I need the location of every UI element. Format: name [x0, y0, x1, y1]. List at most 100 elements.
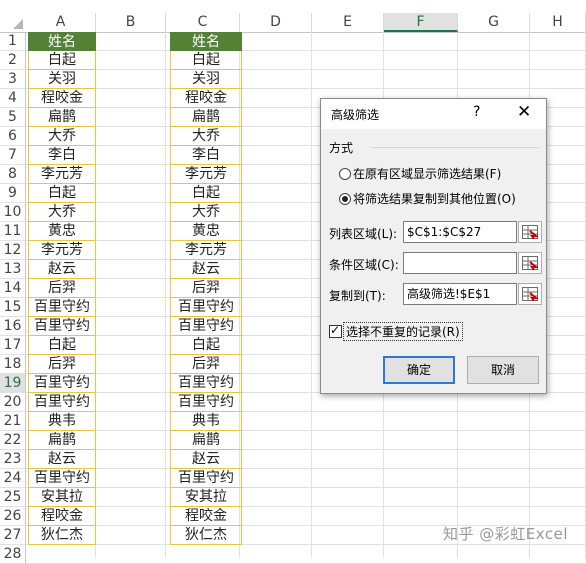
data-cell[interactable]: 赵云	[28, 450, 96, 469]
column-header-g[interactable]: G	[458, 13, 530, 32]
row-header-13[interactable]: 13	[0, 260, 26, 279]
data-cell[interactable]: 白起	[28, 51, 96, 70]
data-cell[interactable]: 程咬金	[28, 507, 96, 526]
row-header-10[interactable]: 10	[0, 203, 26, 222]
data-cell[interactable]: 大乔	[170, 203, 242, 222]
data-cell[interactable]: 李白	[28, 146, 96, 165]
data-cell[interactable]: 典韦	[28, 412, 96, 431]
row-header-6[interactable]: 6	[0, 127, 26, 146]
copy-to-collapse-button[interactable]	[518, 283, 542, 305]
row-header-4[interactable]: 4	[0, 89, 26, 108]
row-header-7[interactable]: 7	[0, 146, 26, 165]
data-cell[interactable]: 程咬金	[28, 89, 96, 108]
row-header-24[interactable]: 24	[0, 469, 26, 488]
data-cell[interactable]: 后羿	[170, 355, 242, 374]
row-header-11[interactable]: 11	[0, 222, 26, 241]
data-cell[interactable]: 白起	[170, 51, 242, 70]
data-cell[interactable]: 狄仁杰	[28, 526, 96, 545]
data-cell[interactable]: 扁鹊	[170, 108, 242, 127]
data-cell[interactable]: 百里守约	[170, 298, 242, 317]
criteria-range-collapse-button[interactable]	[518, 252, 542, 274]
row-header-5[interactable]: 5	[0, 108, 26, 127]
data-cell[interactable]: 百里守约	[28, 469, 96, 488]
data-cell[interactable]: 程咬金	[170, 507, 242, 526]
column-header-f[interactable]: F	[384, 13, 458, 32]
data-cell[interactable]: 大乔	[28, 127, 96, 146]
criteria-range-input[interactable]	[403, 252, 517, 274]
data-cell[interactable]: 赵云	[170, 450, 242, 469]
data-cell[interactable]: 白起	[170, 184, 242, 203]
data-cell[interactable]: 李元芳	[28, 165, 96, 184]
row-header-20[interactable]: 20	[0, 393, 26, 412]
data-cell[interactable]: 百里守约	[28, 393, 96, 412]
row-header-9[interactable]: 9	[0, 184, 26, 203]
column-header-b[interactable]: B	[96, 13, 166, 32]
data-cell[interactable]: 安其拉	[170, 488, 242, 507]
data-cell[interactable]: 百里守约	[170, 374, 242, 393]
data-cell[interactable]: 程咬金	[170, 89, 242, 108]
column-header-a[interactable]: A	[26, 13, 96, 32]
row-header-25[interactable]: 25	[0, 488, 26, 507]
header-cell[interactable]: 姓名	[170, 32, 242, 51]
row-header-28[interactable]: 28	[0, 545, 26, 564]
data-cell[interactable]: 大乔	[170, 127, 242, 146]
data-cell[interactable]: 后羿	[28, 355, 96, 374]
data-cell[interactable]: 白起	[28, 336, 96, 355]
data-cell[interactable]: 扁鹊	[28, 108, 96, 127]
data-cell[interactable]: 白起	[170, 336, 242, 355]
data-cell[interactable]: 李白	[170, 146, 242, 165]
data-cell[interactable]: 百里守约	[170, 469, 242, 488]
row-header-27[interactable]: 27	[0, 526, 26, 545]
data-cell[interactable]: 李元芳	[28, 241, 96, 260]
list-range-input[interactable]: $C$1:$C$27	[403, 221, 517, 243]
data-cell[interactable]: 黄忠	[28, 222, 96, 241]
data-cell[interactable]: 典韦	[170, 412, 242, 431]
data-cell[interactable]: 关羽	[170, 70, 242, 89]
row-header-18[interactable]: 18	[0, 355, 26, 374]
cancel-button[interactable]: 取消	[467, 356, 539, 384]
ok-button[interactable]: 确定	[383, 356, 455, 384]
radio-copy-to-location-label[interactable]: 将筛选结果复制到其他位置(O)	[353, 190, 516, 207]
data-cell[interactable]: 百里守约	[28, 374, 96, 393]
data-cell[interactable]: 李元芳	[170, 165, 242, 184]
column-header-c[interactable]: C	[166, 13, 240, 32]
row-header-1[interactable]: 1	[0, 32, 26, 51]
data-cell[interactable]: 百里守约	[28, 317, 96, 336]
data-cell[interactable]: 狄仁杰	[170, 526, 242, 545]
row-header-17[interactable]: 17	[0, 336, 26, 355]
data-cell[interactable]: 大乔	[28, 203, 96, 222]
row-header-16[interactable]: 16	[0, 317, 26, 336]
column-header-h[interactable]: H	[530, 13, 586, 32]
radio-filter-in-place-label[interactable]: 在原有区域显示筛选结果(F)	[353, 165, 501, 182]
data-cell[interactable]: 扁鹊	[28, 431, 96, 450]
copy-to-input[interactable]: 高级筛选!$E$1	[403, 283, 517, 305]
column-header-e[interactable]: E	[312, 13, 384, 32]
data-cell[interactable]: 赵云	[170, 260, 242, 279]
row-header-15[interactable]: 15	[0, 298, 26, 317]
data-cell[interactable]: 扁鹊	[170, 431, 242, 450]
close-button[interactable]: ✕	[517, 102, 531, 122]
data-cell[interactable]: 关羽	[28, 70, 96, 89]
help-button[interactable]: ?	[473, 104, 480, 120]
data-cell[interactable]: 百里守约	[170, 317, 242, 336]
data-cell[interactable]: 百里守约	[28, 298, 96, 317]
row-header-12[interactable]: 12	[0, 241, 26, 260]
row-header-26[interactable]: 26	[0, 507, 26, 526]
data-cell[interactable]: 后羿	[170, 279, 242, 298]
select-all-button[interactable]	[0, 13, 26, 32]
data-cell[interactable]: 后羿	[28, 279, 96, 298]
data-cell[interactable]: 百里守约	[170, 393, 242, 412]
row-header-23[interactable]: 23	[0, 450, 26, 469]
column-header-d[interactable]: D	[240, 13, 312, 32]
data-cell[interactable]: 黄忠	[170, 222, 242, 241]
row-header-14[interactable]: 14	[0, 279, 26, 298]
radio-copy-to-location[interactable]	[339, 193, 351, 205]
data-cell[interactable]: 赵云	[28, 260, 96, 279]
radio-filter-in-place[interactable]	[339, 168, 351, 180]
list-range-collapse-button[interactable]	[518, 221, 542, 243]
header-cell[interactable]: 姓名	[28, 32, 96, 51]
row-header-2[interactable]: 2	[0, 51, 26, 70]
row-header-8[interactable]: 8	[0, 165, 26, 184]
data-cell[interactable]: 安其拉	[28, 488, 96, 507]
row-header-19[interactable]: 19	[0, 374, 26, 393]
